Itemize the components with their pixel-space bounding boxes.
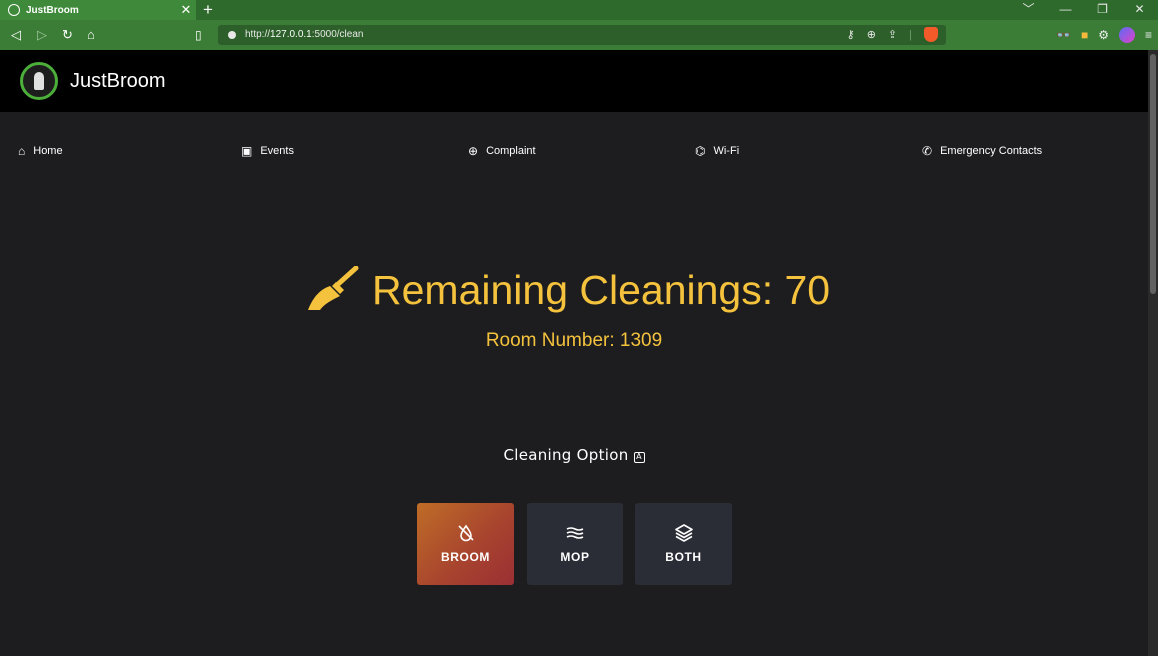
nav-item-wifi[interactable]: ⌬ Wi-Fi — [695, 144, 739, 158]
brand-name[interactable]: JustBroom — [70, 70, 166, 93]
info-icon: A — [633, 452, 645, 463]
forward-icon[interactable]: ▷ — [37, 20, 47, 50]
puzzle-extension-icon[interactable]: ⚙ — [1098, 28, 1109, 42]
key-icon[interactable]: ⚷ — [847, 28, 855, 41]
minimize-icon[interactable]: — — [1047, 0, 1084, 20]
nav-item-label: Home — [33, 145, 63, 157]
tab-title: JustBroom — [26, 4, 79, 16]
events-icon: ▣ — [241, 144, 253, 158]
restore-icon[interactable]: ❐ — [1084, 0, 1121, 20]
share-icon[interactable]: ⇪ — [888, 28, 897, 41]
back-icon[interactable]: ◁ — [11, 20, 21, 50]
window-controls: ﹀ — ❐ ✕ — [1010, 0, 1158, 20]
nav-item-label: Wi-Fi — [713, 145, 740, 157]
url-actions: ⚷ ⊕ ⇪ | — [847, 27, 938, 42]
browser-tab[interactable]: JustBroom ✕ — [0, 0, 196, 20]
option-label: BROOM — [441, 550, 490, 564]
browser-tab-bar: JustBroom ✕ + ﹀ — ❐ ✕ — [0, 0, 1158, 20]
option-label: BOTH — [665, 550, 702, 564]
option-both-button[interactable]: BOTH — [635, 503, 732, 585]
favicon-icon — [8, 4, 20, 16]
nav-item-label: Events — [260, 145, 294, 157]
no-drop-icon — [457, 524, 474, 542]
site-info-icon[interactable] — [228, 31, 236, 39]
main-nav: ⌂ Home ▣ Events ⊕ Complaint ⌬ Wi-Fi ✆ Em… — [0, 112, 1148, 190]
bookmark-icon[interactable]: ▯ — [195, 20, 202, 50]
home-icon: ⌂ — [18, 144, 26, 158]
url-bar[interactable]: http://127.0.0.1:5000/clean ⚷ ⊕ ⇪ | — [218, 25, 946, 45]
option-label: MOP — [560, 550, 590, 564]
window-close-icon[interactable]: ✕ — [1121, 0, 1158, 20]
home-browser-icon[interactable]: ⌂ — [87, 20, 95, 50]
layers-icon — [674, 524, 693, 542]
page-scrollbar[interactable] — [1148, 50, 1158, 656]
nav-item-label: Emergency Contacts — [940, 145, 1043, 157]
nav-item-complaint[interactable]: ⊕ Complaint — [468, 144, 536, 158]
profile-avatar[interactable] — [1118, 27, 1135, 43]
glasses-extension-icon[interactable]: 👓 — [1056, 28, 1071, 42]
broom-icon — [308, 266, 359, 310]
site-header: JustBroom — [0, 50, 1148, 112]
url-text[interactable]: http://127.0.0.1:5000/clean — [245, 29, 363, 40]
remaining-cleanings-heading: Remaining Cleanings: 70 — [306, 266, 830, 314]
tab-search-icon[interactable]: ﹀ — [1010, 0, 1047, 20]
zoom-icon[interactable]: ⊕ — [867, 28, 876, 41]
option-broom-button[interactable]: BROOM — [417, 503, 514, 585]
remaining-cleanings-text: Remaining Cleanings: 70 — [372, 266, 831, 313]
cleaning-option-title: Cleaning Option A — [0, 446, 1148, 464]
page: JustBroom ⌂ Home ▣ Events ⊕ Complaint ⌬ … — [0, 50, 1148, 656]
nav-item-emergency-contacts[interactable]: ✆ Emergency Contacts — [922, 144, 1042, 158]
menu-icon[interactable]: ≡ — [1145, 28, 1152, 42]
brave-shield-icon[interactable] — [924, 27, 938, 42]
nav-item-events[interactable]: ▣ Events — [241, 144, 294, 158]
nav-item-label: Complaint — [486, 145, 536, 157]
new-tab-button[interactable]: + — [203, 0, 213, 20]
separator: | — [909, 28, 912, 41]
option-mop-button[interactable]: MOP — [527, 503, 623, 585]
waves-icon — [566, 527, 584, 539]
room-number: Room Number: 1309 — [485, 330, 663, 351]
extension-icons: 👓 ■ ⚙ ≡ — [1056, 25, 1152, 45]
tab-close-icon[interactable]: ✕ — [176, 2, 196, 18]
cleaning-option-label: Cleaning Option — [503, 446, 629, 464]
scrollbar-thumb[interactable] — [1150, 54, 1156, 294]
phone-icon: ✆ — [922, 144, 933, 158]
folder-extension-icon[interactable]: ■ — [1081, 28, 1088, 42]
broom-logo-icon[interactable] — [20, 62, 58, 100]
wifi-icon: ⌬ — [695, 144, 706, 158]
complaint-icon: ⊕ — [468, 144, 479, 158]
nav-item-home[interactable]: ⌂ Home — [18, 144, 63, 158]
reload-icon[interactable]: ↻ — [62, 20, 73, 50]
